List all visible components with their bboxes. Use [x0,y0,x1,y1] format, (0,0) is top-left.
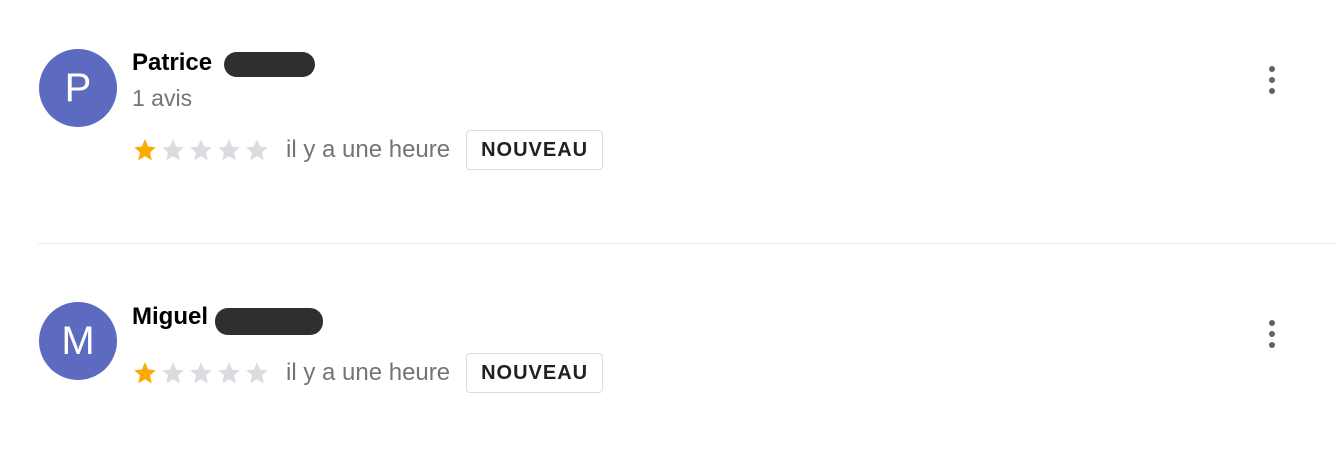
reviewer-name[interactable]: Miguel [132,303,208,331]
star-icon [162,139,184,161]
redaction-mark [224,52,315,77]
more-options-button[interactable] [1256,314,1288,354]
divider [38,243,1336,244]
avatar[interactable]: M [39,302,117,380]
rating-row: il y a une heure NOUVEAU [132,352,604,394]
more-vert-icon [1269,320,1275,326]
star-icon [218,362,240,384]
new-badge: NOUVEAU [466,353,604,393]
review-time: il y a une heure [286,136,451,163]
star-icon [246,139,268,161]
reviewer-name-text: Miguel [132,303,208,330]
star-icon [190,362,212,384]
more-vert-icon [1269,66,1275,72]
redaction-mark [215,308,323,335]
star-icon [134,362,156,384]
star-icon [190,139,212,161]
review-count: 1 avis [132,85,193,111]
more-options-button[interactable] [1256,60,1288,100]
star-icon [134,139,156,161]
star-icon [246,362,268,384]
review-time: il y a une heure [286,359,451,386]
star-rating [132,129,272,171]
star-rating [132,352,272,394]
new-badge: NOUVEAU [466,130,604,170]
star-icon [162,362,184,384]
star-icon [218,139,240,161]
avatar-initial: P [64,65,92,110]
avatar[interactable]: P [39,49,117,127]
avatar-initial: M [61,318,95,363]
reviewer-name[interactable]: Patrice [132,49,212,77]
reviewer-name-text: Patrice [132,49,213,76]
rating-row: il y a une heure NOUVEAU [132,129,604,171]
